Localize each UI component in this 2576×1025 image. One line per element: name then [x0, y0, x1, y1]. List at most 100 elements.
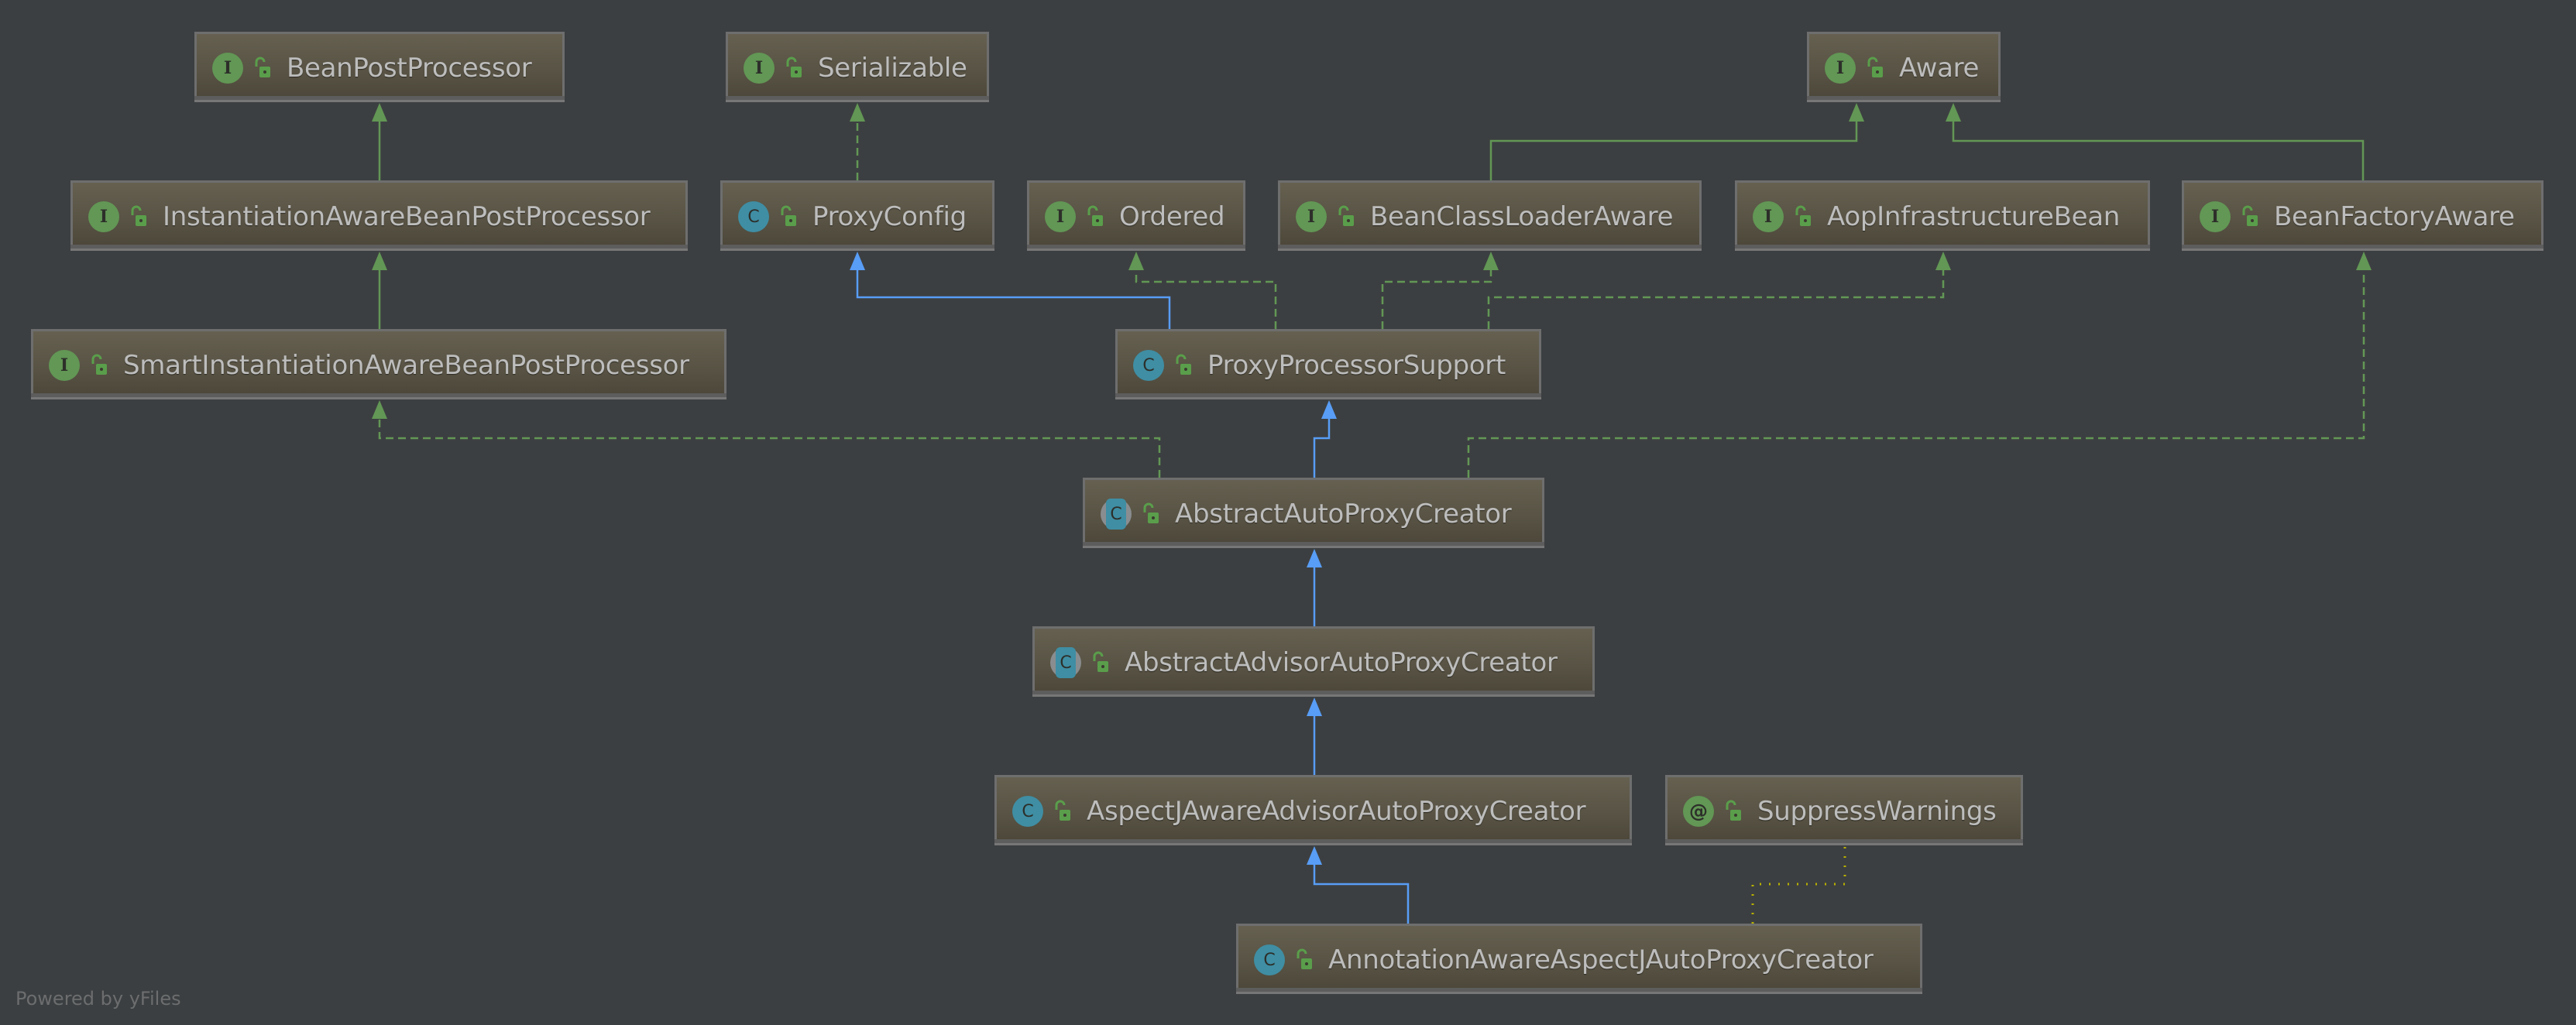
node-suppress-warnings[interactable]: @ SuppressWarnings [1665, 775, 2023, 845]
abstract-class-letter: C [1106, 499, 1126, 530]
edge-extends [1313, 400, 1337, 478]
node-proxy-config[interactable]: C ProxyConfig [720, 180, 994, 251]
unlocked-icon [786, 57, 802, 77]
edge-line [1467, 269, 2365, 478]
interface-icon: I [212, 53, 243, 84]
node-aop-infrastructure-bean[interactable]: I AopInfrastructureBean [1735, 180, 2150, 251]
node-abstract-auto-proxy-creator[interactable]: C AbstractAutoProxyCreator [1083, 478, 1544, 548]
interface-icon: I [88, 201, 119, 232]
node-label: AbstractAdvisorAutoProxyCreator [1125, 647, 1558, 678]
arrowhead-icon [1128, 252, 1144, 270]
unlocked-icon [1726, 800, 1741, 821]
node-label: BeanFactoryAware [2274, 201, 2515, 232]
node-proxy-processor-support[interactable]: C ProxyProcessorSupport [1115, 329, 1541, 399]
edge-line [856, 269, 1171, 329]
interface-icon: I [49, 350, 80, 381]
node-label: SuppressWarnings [1757, 796, 1997, 827]
unlocked-icon [781, 205, 796, 226]
edge-line [1313, 417, 1331, 478]
edge-extends [850, 252, 1171, 329]
node-ordered[interactable]: I Ordered [1027, 180, 1245, 251]
unlocked-icon [1338, 205, 1354, 226]
unlocked-icon [1087, 205, 1103, 226]
unlocked-icon [1143, 502, 1159, 523]
node-label: AopInfrastructureBean [1827, 201, 2121, 232]
interface-icon: I [1753, 201, 1784, 232]
edge-implements [850, 103, 865, 180]
node-label: AnnotationAwareAspectJAutoProxyCreator [1328, 944, 1874, 975]
node-bean-factory-aware[interactable]: I BeanFactoryAware [2182, 180, 2543, 251]
edge-implements [1487, 252, 1951, 329]
node-abstract-advisor-auto-proxy-creator[interactable]: C AbstractAdvisorAutoProxyCreator [1032, 626, 1595, 697]
unlocked-icon [1176, 354, 1191, 375]
edge-extends-interface [1489, 103, 1864, 180]
edge-annotated-with [1751, 846, 1846, 924]
edge-line [1313, 863, 1410, 924]
powered-by-footer: Powered by yFiles [15, 988, 181, 1010]
class-icon: C [1133, 350, 1164, 381]
edge-extends-interface [372, 252, 387, 329]
node-label: InstantiationAwareBeanPostProcessor [163, 201, 651, 232]
arrowhead-icon [372, 252, 387, 270]
node-label: AspectJAwareAdvisorAutoProxyCreator [1087, 796, 1586, 827]
interface-icon: I [744, 53, 775, 84]
unlocked-icon [131, 205, 146, 226]
interface-icon: I [2200, 201, 2231, 232]
node-label: SmartInstantiationAwareBeanPostProcessor [123, 350, 689, 381]
unlocked-icon [1867, 57, 1883, 77]
arrowhead-icon [372, 400, 387, 419]
arrowhead-icon [1483, 252, 1499, 270]
edge-implements [372, 400, 1161, 478]
abstract-class-letter: C [1056, 647, 1076, 678]
node-annotation-aware-aspectj-auto-proxy-creator[interactable]: C AnnotationAwareAspectJAutoProxyCreator [1236, 924, 1922, 994]
node-label: Serializable [818, 53, 967, 84]
interface-icon: I [1045, 201, 1076, 232]
unlocked-icon [1055, 800, 1070, 821]
unlocked-icon [1795, 205, 1811, 226]
edge-extends [1307, 698, 1322, 775]
node-label: BeanPostProcessor [287, 53, 532, 84]
node-label: Ordered [1119, 201, 1225, 232]
node-smart-instantiation-aware-bean-post-processor[interactable]: I SmartInstantiationAwareBeanPostProcess… [31, 329, 726, 399]
node-label: ProxyProcessorSupport [1207, 350, 1506, 381]
edge-extends-interface [1946, 103, 2365, 180]
edge-implements [1467, 252, 2372, 478]
class-icon: C [738, 201, 769, 232]
unlocked-icon [91, 354, 107, 375]
class-icon: C [1254, 944, 1285, 975]
node-bean-class-loader-aware[interactable]: I BeanClassLoaderAware [1278, 180, 1702, 251]
edge-implements [1381, 252, 1499, 329]
edge-line [1381, 269, 1492, 329]
node-label: Aware [1899, 53, 1980, 84]
arrowhead-icon [1307, 698, 1322, 716]
node-aware[interactable]: I Aware [1807, 32, 2001, 102]
arrowhead-icon [1307, 549, 1322, 567]
edge-line [1952, 120, 2365, 180]
edge-line [1135, 269, 1277, 329]
node-label: AbstractAutoProxyCreator [1175, 499, 1512, 530]
arrowhead-icon [1946, 103, 1961, 122]
class-icon: C [1012, 796, 1043, 827]
arrowhead-icon [1321, 400, 1337, 419]
arrowhead-icon [2356, 252, 2372, 270]
interface-icon: I [1296, 201, 1327, 232]
arrowhead-icon [850, 252, 865, 270]
edge-line [1487, 269, 1945, 329]
annotation-icon: @ [1683, 796, 1714, 827]
node-instantiation-aware-bean-post-processor[interactable]: I InstantiationAwareBeanPostProcessor [70, 180, 688, 251]
unlocked-icon [255, 57, 270, 77]
edge-extends-interface [372, 103, 387, 180]
arrowhead-icon [1849, 103, 1864, 122]
arrowhead-icon [1307, 846, 1322, 865]
edge-implements [1128, 252, 1277, 329]
node-label: ProxyConfig [812, 201, 967, 232]
abstract-class-icon: C [1050, 647, 1081, 678]
arrowhead-icon [372, 103, 387, 122]
node-bean-post-processor[interactable]: I BeanPostProcessor [194, 32, 565, 102]
unlocked-icon [1297, 948, 1312, 969]
node-aspectj-aware-advisor-auto-proxy-creator[interactable]: C AspectJAwareAdvisorAutoProxyCreator [994, 775, 1632, 845]
edge-extends [1307, 549, 1322, 626]
edge-line [378, 417, 1161, 478]
node-serializable[interactable]: I Serializable [726, 32, 989, 102]
abstract-class-icon: C [1101, 499, 1132, 530]
